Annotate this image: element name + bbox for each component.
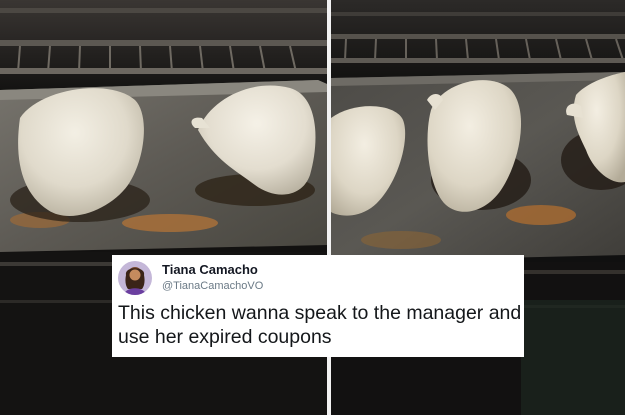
- tweet-card: Tiana Camacho @TianaCamachoVO This chick…: [112, 255, 524, 357]
- user-handle[interactable]: @TianaCamachoVO: [162, 280, 263, 292]
- profile-photo-icon[interactable]: [118, 261, 152, 295]
- juice-stain: [506, 205, 576, 225]
- juice-stain: [122, 214, 218, 232]
- oven-rack: [0, 40, 327, 46]
- oven-rack: [331, 34, 625, 39]
- tweet-text: This chicken wanna speak to the manager …: [118, 302, 522, 348]
- display-name[interactable]: Tiana Camacho: [162, 262, 258, 277]
